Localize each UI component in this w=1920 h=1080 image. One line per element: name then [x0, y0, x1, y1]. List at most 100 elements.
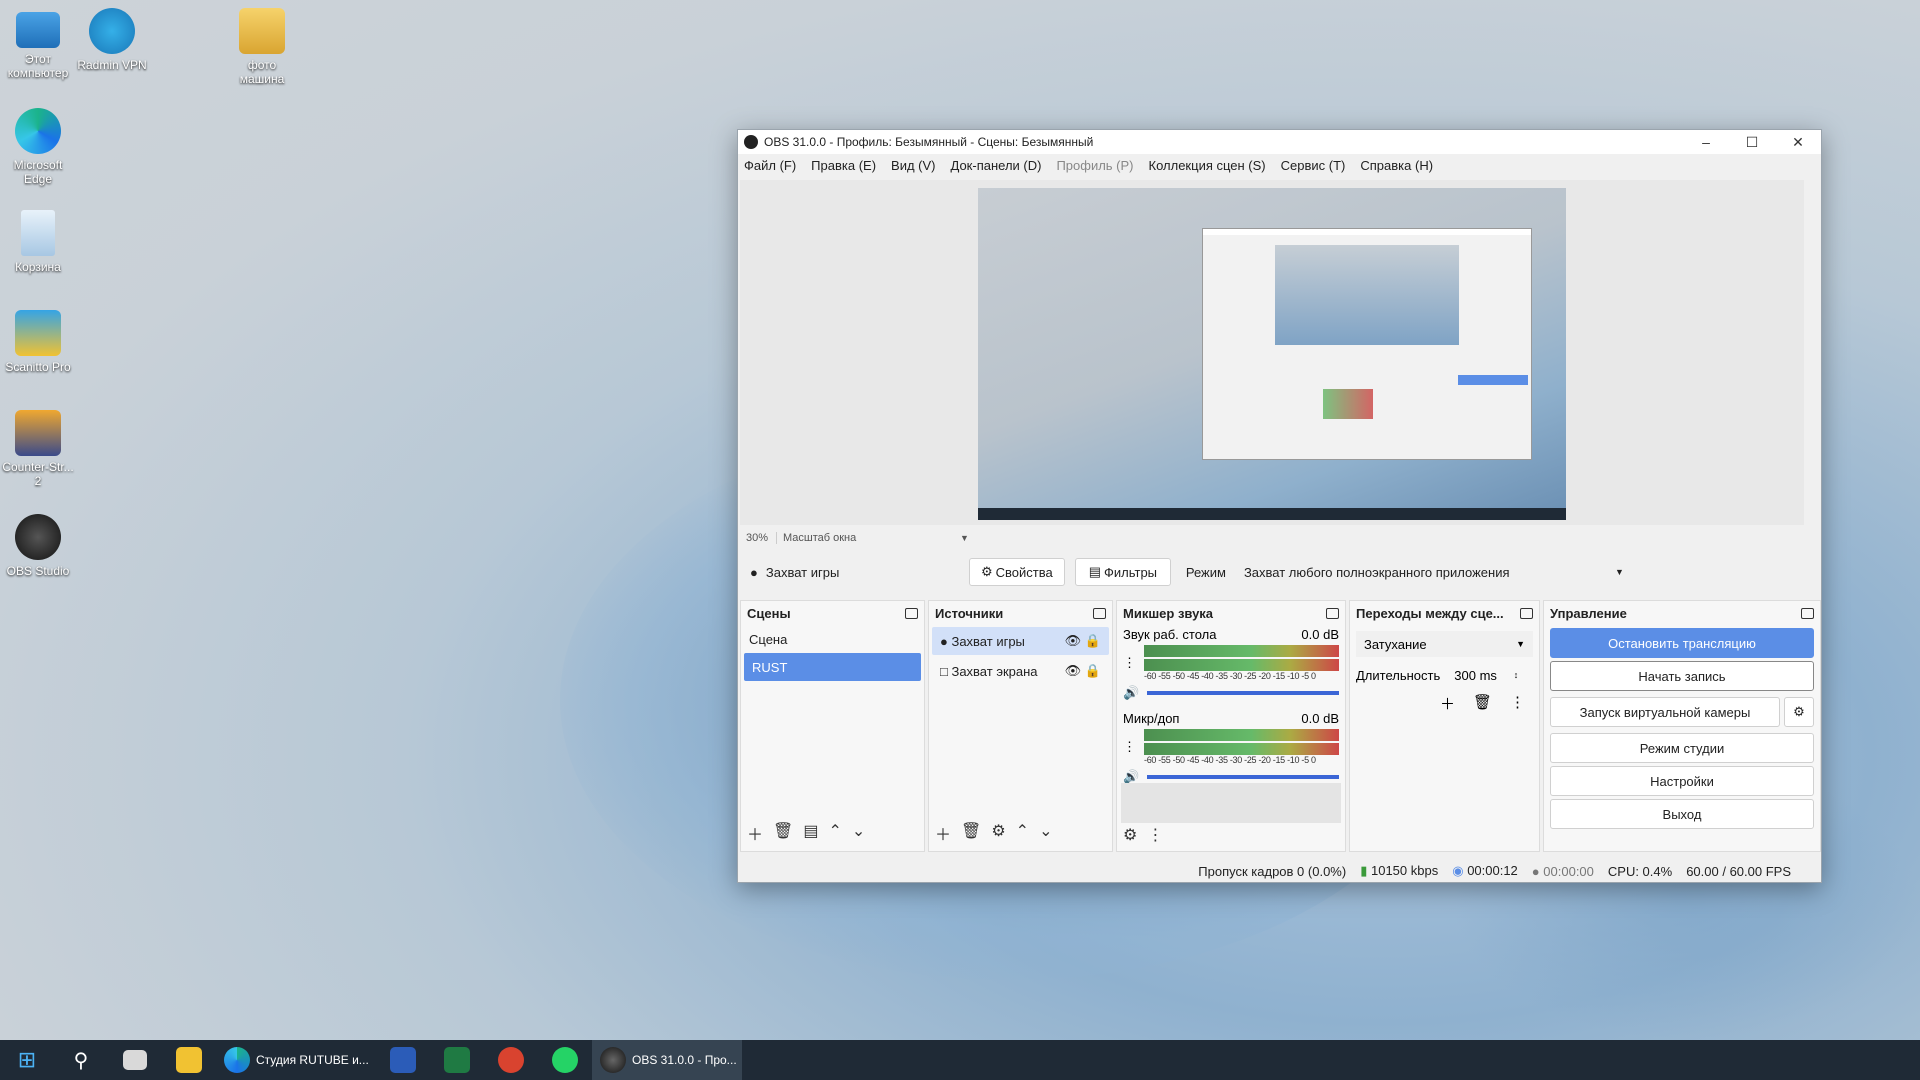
source-item[interactable]: ● Захват игры 👁 🔒 — [932, 627, 1109, 655]
trash-icon[interactable]: 🗑 — [773, 821, 793, 845]
volume-slider[interactable] — [1147, 691, 1339, 695]
taskbar-anydesk[interactable] — [484, 1040, 538, 1080]
menu-file[interactable]: Файл (F) — [744, 158, 796, 173]
lock-icon[interactable]: 🔒 — [1085, 633, 1101, 648]
current-source-label: Захват игры — [765, 564, 840, 580]
undock-icon[interactable] — [1801, 607, 1814, 619]
close-button[interactable]: ✕ — [1775, 130, 1821, 154]
studio-mode-button[interactable]: Режим студии — [1550, 733, 1814, 763]
desktop-icon-radmin-vpn[interactable]: Radmin VPN — [74, 8, 150, 72]
whatsapp-icon — [552, 1047, 578, 1073]
menu-docks[interactable]: Док-панели (D) — [951, 158, 1042, 173]
maximize-button[interactable]: ☐ — [1729, 130, 1775, 154]
arrow-up-icon[interactable]: ⌃ — [1016, 821, 1029, 845]
mixer-empty-area — [1121, 783, 1341, 823]
menu-tools[interactable]: Сервис (T) — [1281, 158, 1346, 173]
menu-edit[interactable]: Правка (E) — [811, 158, 876, 173]
zoom-bar[interactable]: 30% Масштаб окна ▼ — [740, 529, 1804, 547]
filter-icon[interactable]: ▤ — [803, 821, 818, 845]
radmin-vpn-icon — [89, 8, 135, 54]
arrow-down-icon[interactable]: ⌄ — [852, 821, 865, 845]
desktop-icon-photo-folder[interactable]: фото машина — [224, 8, 300, 86]
minimize-button[interactable]: – — [1683, 130, 1729, 154]
exit-button[interactable]: Выход — [1550, 799, 1814, 829]
preview-canvas[interactable] — [978, 188, 1566, 520]
add-icon[interactable]: ＋ — [747, 821, 763, 845]
mode-value: Захват любого полноэкранного приложения — [1243, 564, 1510, 580]
nested-obs-preview — [1202, 228, 1532, 460]
mode-select[interactable]: Захват любого полноэкранного приложения … — [1235, 558, 1632, 586]
transition-type: Затухание — [1364, 636, 1427, 652]
spin-icon[interactable]: ↕ — [1514, 670, 1519, 680]
kebab-icon[interactable]: ⋮ — [1510, 693, 1525, 714]
settings-button[interactable]: Настройки — [1550, 766, 1814, 796]
duration-label: Длительность — [1356, 667, 1441, 683]
lock-icon[interactable]: 🔒 — [1085, 663, 1101, 678]
undock-icon[interactable] — [905, 607, 918, 619]
eye-icon[interactable]: 👁 — [1065, 663, 1082, 678]
undock-icon[interactable] — [1093, 607, 1106, 619]
edge-icon — [224, 1047, 250, 1073]
desktop-icon-edge[interactable]: Microsoft Edge — [0, 108, 76, 186]
folder-icon — [239, 8, 285, 54]
start-virtual-camera-button[interactable]: Запуск виртуальной камеры — [1550, 697, 1780, 727]
zoom-mode[interactable]: Масштаб окна — [776, 532, 960, 544]
desktop-icon-counter-strike[interactable]: Counter-Str... 2 — [0, 410, 76, 488]
source-item[interactable]: □ Захват экрана 👁 🔒 — [932, 657, 1109, 685]
add-icon[interactable]: ＋ — [1440, 693, 1455, 714]
speaker-icon[interactable]: 🔊 — [1123, 685, 1139, 701]
arrow-down-icon[interactable]: ⌄ — [1039, 821, 1052, 845]
volume-slider[interactable] — [1147, 775, 1339, 779]
mixer-channel: Микр/доп 0.0 dB ⋮ -60 -55 -50 -45 -40 -35 … — [1117, 709, 1345, 787]
kebab-icon[interactable]: ⋮ — [1123, 655, 1136, 671]
preview-area[interactable] — [740, 180, 1804, 525]
desktop-icon-recycle-bin[interactable]: Корзина — [0, 210, 76, 274]
scene-item[interactable]: Сцена — [741, 625, 924, 653]
menu-scene-collection[interactable]: Коллекция сцен (S) — [1149, 158, 1266, 173]
zoom-level: 30% — [746, 532, 769, 544]
search-button[interactable]: ⚲ — [54, 1040, 108, 1080]
filters-button[interactable]: ▤ Фильтры — [1074, 558, 1171, 586]
kebab-icon[interactable]: ⋮ — [1147, 825, 1163, 845]
file-explorer-button[interactable] — [162, 1040, 216, 1080]
excel-icon — [444, 1047, 470, 1073]
trash-icon[interactable]: 🗑 — [1473, 693, 1492, 714]
scenes-dock: Сцены Сцена RUST ＋ 🗑 ▤ ⌃ ⌄ — [740, 600, 925, 852]
desktop-icon-obs[interactable]: OBS Studio — [0, 514, 76, 578]
taskbar-word[interactable] — [376, 1040, 430, 1080]
taskbar: ⊞ ⚲ Студия RUTUBE и... OBS 31.0.0 - Про.… — [0, 1040, 1920, 1080]
desktop-icon-scanitto[interactable]: Scanitto Pro — [0, 310, 76, 374]
start-button[interactable]: ⊞ — [0, 1040, 54, 1080]
start-recording-button[interactable]: Начать запись — [1550, 661, 1814, 691]
desktop-icon-this-pc[interactable]: Этот компьютер — [0, 8, 76, 80]
gear-icon[interactable]: ⚙ — [1123, 825, 1137, 845]
duration-spinbox[interactable]: 300 ms ↕ — [1450, 663, 1522, 687]
taskbar-edge[interactable]: Студия RUTUBE и... — [216, 1040, 376, 1080]
taskbar-obs[interactable]: OBS 31.0.0 - Про... — [592, 1040, 742, 1080]
trash-icon[interactable]: 🗑 — [961, 821, 981, 845]
task-view-button[interactable] — [108, 1040, 162, 1080]
undock-icon[interactable] — [1520, 607, 1533, 619]
scene-item[interactable]: RUST — [744, 653, 921, 681]
eye-icon[interactable]: 👁 — [1065, 633, 1082, 648]
menu-view[interactable]: Вид (V) — [891, 158, 935, 173]
taskbar-excel[interactable] — [430, 1040, 484, 1080]
menu-profile[interactable]: Профиль (P) — [1056, 158, 1133, 173]
add-icon[interactable]: ＋ — [935, 821, 951, 845]
desktop-icon-label: фото машина — [239, 58, 285, 86]
transition-select[interactable]: Затухание ▼ — [1356, 631, 1533, 657]
virtual-camera-settings-button[interactable]: ⚙ — [1784, 697, 1814, 727]
properties-button[interactable]: ⚙ Свойства — [968, 558, 1065, 586]
windows-icon: ⊞ — [17, 1047, 37, 1072]
taskbar-whatsapp[interactable] — [538, 1040, 592, 1080]
gear-icon[interactable]: ⚙ — [991, 821, 1005, 845]
undock-icon[interactable] — [1326, 607, 1339, 619]
menu-help[interactable]: Справка (H) — [1360, 158, 1433, 173]
dock-header: Управление — [1544, 601, 1820, 625]
stop-stream-button[interactable]: Остановить трансляцию — [1550, 628, 1814, 658]
filters-label: Фильтры — [1104, 564, 1158, 580]
chevron-down-icon[interactable]: ▼ — [960, 533, 969, 543]
kebab-icon[interactable]: ⋮ — [1123, 739, 1136, 755]
arrow-up-icon[interactable]: ⌃ — [828, 821, 841, 845]
gamepad-icon: ● — [940, 633, 952, 649]
